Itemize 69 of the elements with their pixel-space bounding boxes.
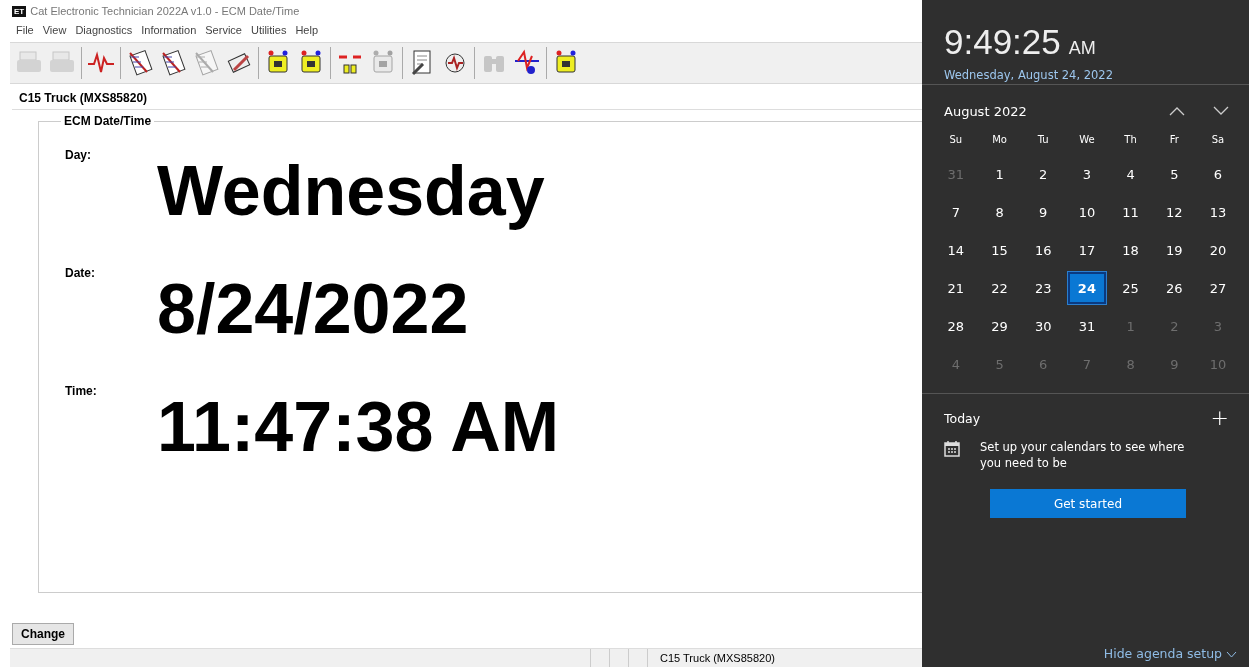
calendar-day[interactable]: 22: [980, 272, 1019, 304]
window-title: Cat Electronic Technician 2022A v1.0 - ECM Date/Time: [30, 5, 300, 17]
month-title[interactable]: August 2022: [944, 103, 1141, 119]
calendar-day[interactable]: 11: [1111, 196, 1150, 228]
calendar-day[interactable]: 6: [1198, 158, 1237, 190]
ecm-title: C15 Truck (MXS85820): [18, 90, 149, 107]
weekday-label: Mo: [991, 133, 1008, 147]
calendar-day[interactable]: 23: [1024, 272, 1063, 304]
calendar-day[interactable]: 16: [1024, 234, 1063, 266]
field-value: 8/24/2022: [157, 274, 470, 344]
status-text: C15 Truck (MXS85820): [647, 649, 775, 667]
calendar-day[interactable]: 13: [1198, 196, 1237, 228]
field-label: Day:: [65, 147, 92, 162]
weekday-label: We: [1078, 133, 1096, 147]
calendar-day[interactable]: 7: [936, 196, 975, 228]
app-logo: ET: [12, 5, 27, 17]
calendar-day[interactable]: 27: [1198, 272, 1237, 304]
field-label: Time:: [65, 383, 98, 398]
menu-item[interactable]: Utilities: [250, 24, 287, 36]
menu-item[interactable]: File: [16, 24, 34, 36]
calendar-day[interactable]: 26: [1155, 272, 1194, 304]
get-started-button[interactable]: Get started: [990, 489, 1186, 519]
calendar-day[interactable]: 14: [936, 234, 975, 266]
chevron-down-icon: [1226, 651, 1237, 658]
calendar-day[interactable]: 8: [980, 196, 1019, 228]
weekday-label: Th: [1123, 133, 1138, 147]
calendar-day[interactable]: 9: [1024, 196, 1063, 228]
calendar-day[interactable]: 1: [980, 158, 1019, 190]
calendar-day[interactable]: 5: [1155, 158, 1194, 190]
calendar-day[interactable]: 31: [1067, 310, 1106, 342]
clock-ampm: AM: [1068, 38, 1096, 58]
calendar-icon: [944, 440, 960, 457]
calendar-day[interactable]: 25: [1111, 272, 1150, 304]
menu-item[interactable]: Service: [205, 24, 242, 36]
menu-item[interactable]: Help: [295, 24, 319, 36]
hide-agenda-link[interactable]: Hide agenda setup: [922, 646, 1249, 667]
previous-month-icon[interactable]: [1169, 106, 1185, 116]
calendar-day[interactable]: 15: [980, 234, 1019, 266]
calendar-day[interactable]: 24: [1067, 272, 1106, 304]
group-title: ECM Date/Time: [63, 114, 153, 128]
change-button[interactable]: Change: [12, 623, 74, 645]
calendar-day[interactable]: 21: [936, 272, 975, 304]
calendar-day[interactable]: 19: [1155, 234, 1194, 266]
clock-time: 9:49:25: [944, 22, 1061, 61]
field-value: 11:47:38 AM: [157, 392, 561, 462]
field-label: Date:: [65, 265, 96, 280]
weekday-label: Fr: [1168, 133, 1180, 147]
calendar-day[interactable]: 4: [1111, 158, 1150, 190]
menu-item[interactable]: Information: [141, 24, 197, 36]
weekday-label: Su: [948, 133, 964, 147]
calendar-day[interactable]: 12: [1155, 196, 1194, 228]
agenda-message: Set up your calendars to see where you need to be: [980, 440, 1186, 472]
weekday-label: Sa: [1210, 133, 1226, 147]
calendar-day[interactable]: 18: [1111, 234, 1150, 266]
calendar-day[interactable]: 30: [1024, 310, 1063, 342]
add-event-button[interactable]: +: [1210, 410, 1229, 426]
calendar-day[interactable]: 3: [1067, 158, 1106, 190]
calendar-day[interactable]: 17: [1067, 234, 1106, 266]
calendar-day[interactable]: 10: [1067, 196, 1106, 228]
agenda-title: Today: [944, 410, 981, 426]
calendar-day[interactable]: 28: [936, 310, 975, 342]
weekday-label: Tu: [1036, 133, 1050, 147]
clock-date[interactable]: Wednesday, August 24, 2022: [944, 68, 1249, 82]
calendar-day[interactable]: 2: [1024, 158, 1063, 190]
next-month-icon[interactable]: [1213, 106, 1229, 116]
calendar-day[interactable]: 29: [980, 310, 1019, 342]
calendar-day[interactable]: 20: [1198, 234, 1237, 266]
menu-item[interactable]: View: [42, 24, 67, 36]
menu-item[interactable]: Diagnostics: [75, 24, 133, 36]
